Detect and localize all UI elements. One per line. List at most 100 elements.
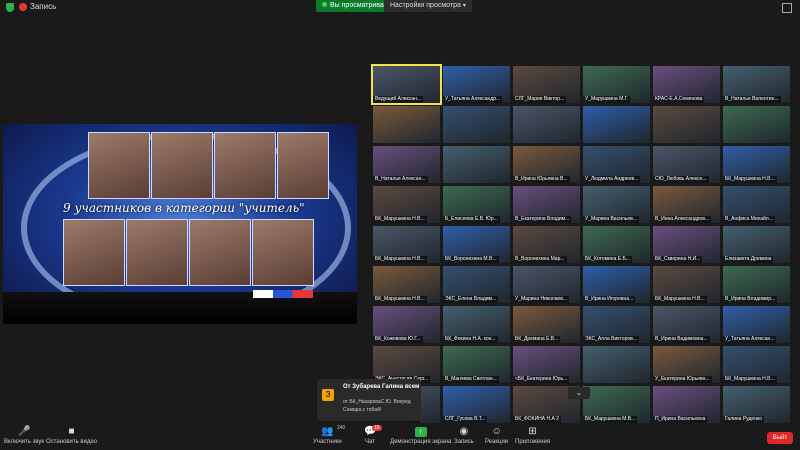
leave-button[interactable]: Выйт: [767, 432, 793, 444]
participant-tile[interactable]: [583, 346, 650, 383]
participant-tile[interactable]: [653, 106, 720, 143]
participant-name: В_Наталья Валентин...: [723, 96, 781, 103]
scroll-down-button[interactable]: ⌄: [568, 387, 590, 399]
participant-tile[interactable]: БК_Марушкина Н.В...: [373, 266, 440, 303]
participant-tile[interactable]: [443, 146, 510, 183]
participant-name: У_Татьяна Алексан...: [723, 336, 777, 343]
participant-name: БК_Марушкина Н.В...: [373, 216, 427, 223]
flag-stripe: [253, 290, 313, 298]
participant-tile[interactable]: П_Ирина Васильевна: [653, 386, 720, 423]
portrait-image: [126, 219, 188, 286]
participant-tile[interactable]: У_Татьяна Александр...: [443, 66, 510, 103]
view-options-button[interactable]: Настройки просмотра ▾: [384, 0, 472, 12]
share-screen-icon: ↑: [414, 427, 427, 437]
slide-caption: 9 участников в категории "учитель": [63, 201, 305, 215]
participant-tile[interactable]: У_Марина Николаев...: [513, 266, 580, 303]
participant-tile[interactable]: БК_Марушкина Н.В...: [373, 226, 440, 263]
participant-tile[interactable]: В_Ирина Игоревна...: [583, 266, 650, 303]
participant-tile[interactable]: Ведущий Алексан...: [371, 64, 442, 105]
chat-notification[interactable]: З От Зубарева Галина всем от БК_Назарова…: [317, 379, 421, 421]
apps-button[interactable]: ⊞ Приложения: [515, 426, 550, 446]
participant-tile[interactable]: У_Татьяна Алексан...: [723, 306, 790, 343]
reactions-label: Реакции: [485, 439, 509, 445]
participant-name: В_Ирина Вадимовна...: [653, 336, 710, 343]
portrait-image: [88, 132, 150, 199]
apps-grid-icon: ⊞: [528, 426, 537, 437]
participant-tile[interactable]: Галина Руденко: [723, 386, 790, 423]
participants-button[interactable]: 👥 240 Участники: [313, 425, 345, 445]
participant-name: СЛГ_Мария Виктор...: [513, 96, 567, 103]
participant-name: В_Инна Александров...: [653, 216, 712, 223]
participant-name: П_Ирина Васильевна: [653, 416, 708, 423]
participant-name: В_Анфиса Михайл...: [723, 216, 775, 223]
participant-tile[interactable]: СЛГ_Гусева В.Т...: [443, 386, 510, 423]
participant-tile[interactable]: БК_Марушкина Н.В...: [723, 346, 790, 383]
participant-tile[interactable]: В_Екатерина Владим...: [513, 186, 580, 223]
meeting-toolbar: 🎤 Включить звук ■ Остановить видео 👥 240 Уча…: [0, 424, 800, 450]
participant-name: БК_Марушкина Н.В...: [373, 256, 427, 263]
participants-label: Участники: [313, 439, 342, 445]
shield-icon[interactable]: [6, 3, 14, 12]
participant-name: Елизавета Дремина: [723, 256, 774, 263]
participant-tile[interactable]: БК_Фокина Н.А. кон...: [443, 306, 510, 343]
participant-tile[interactable]: БК_Дремина Е.В...: [513, 306, 580, 343]
participant-tile[interactable]: ЭКС_Алла Викторов...: [583, 306, 650, 343]
chat-button[interactable]: 💬 10 Чат: [364, 425, 382, 445]
participant-name: БК_Фокина Н.А. кон...: [443, 336, 498, 343]
participant-tile[interactable]: СЛГ_Мария Виктор...: [513, 66, 580, 103]
participant-tile[interactable]: В_Ирина Вадимовна...: [653, 306, 720, 343]
participant-tile[interactable]: У_Марушкина М.Г.: [583, 66, 650, 103]
participant-tile[interactable]: [583, 106, 650, 143]
portrait-image: [214, 132, 276, 199]
participant-tile[interactable]: [443, 106, 510, 143]
participant-tile[interactable]: БК_Марушкина М.В...: [583, 386, 650, 423]
view-options-label: Настройки просмотра: [390, 2, 461, 9]
share-screen-button[interactable]: ↑ Демонстрация экрана: [390, 427, 451, 445]
participant-tile[interactable]: БК_Марушкина Н.В...: [373, 186, 440, 223]
participant-tile[interactable]: Елизавета Дремина: [723, 226, 790, 263]
participant-tile[interactable]: В_Ирина Юрьевна В...: [513, 146, 580, 183]
stop-video-button[interactable]: ■ Остановить видео: [46, 427, 97, 446]
participant-tile[interactable]: [373, 106, 440, 143]
participant-tile[interactable]: БК_Марушкина Н.В...: [723, 146, 790, 183]
participant-name: <БК_Екатерина Юрь...: [513, 376, 570, 383]
participant-tile[interactable]: В_Наталья Валентин...: [723, 66, 790, 103]
participant-tile[interactable]: В_Воронихина Мар...: [513, 226, 580, 263]
record-label: Запись: [454, 439, 474, 445]
record-button[interactable]: ◉ Запись: [454, 427, 474, 446]
participant-name: БК_Марушкина М.В...: [583, 416, 638, 423]
portrait-image: [63, 219, 125, 286]
participant-name: БК_Дремина Е.В...: [513, 336, 561, 343]
participant-tile[interactable]: <БК_Екатерина Юрь...: [513, 346, 580, 383]
participant-tile[interactable]: СЮ_Любовь Алексе...: [653, 146, 720, 183]
participant-tile[interactable]: В_Наталья Алексан...: [373, 146, 440, 183]
participant-tile[interactable]: У_Марина Васильев...: [583, 186, 650, 223]
chat-label: Чат: [365, 439, 375, 445]
participant-tile[interactable]: ЭКС_Елена Владим...: [443, 266, 510, 303]
participant-name: У_Людмила Андреев...: [583, 176, 641, 183]
participant-name: В_Наталья Алексан...: [373, 176, 428, 183]
unmute-button[interactable]: 🎤 Включить звук: [4, 427, 44, 446]
participant-tile[interactable]: БК_Марушкина Н.В...: [653, 266, 720, 303]
participant-tile[interactable]: В_Анфиса Михайл...: [723, 186, 790, 223]
participant-tile[interactable]: У_Екатерина Юрьевн...: [653, 346, 720, 383]
participant-tile[interactable]: БК_Воронихина М.В...: [443, 226, 510, 263]
participant-tile[interactable]: У_Людмила Андреев...: [583, 146, 650, 183]
participant-tile[interactable]: В_Ирина Владимир...: [723, 266, 790, 303]
participant-name: У_Марушкина М.Г.: [583, 96, 631, 103]
participant-tile[interactable]: [723, 106, 790, 143]
participant-tile[interactable]: КРАС-Е.А.Семенова: [653, 66, 720, 103]
recording-label: Запись: [30, 2, 57, 11]
reactions-button[interactable]: ☺ Реакции: [485, 427, 509, 446]
participant-tile[interactable]: В_Инна Александров...: [653, 186, 720, 223]
participant-tile[interactable]: БК_Котомина Е.Б...: [583, 226, 650, 263]
participant-tile[interactable]: БК_Скворина Н.И...: [653, 226, 720, 263]
fullscreen-icon[interactable]: [782, 3, 792, 13]
participant-tile[interactable]: Б_Елисеева Е.В. Юр...: [443, 186, 510, 223]
participant-tile[interactable]: БК_Кожевова Ю.Г...: [373, 306, 440, 343]
participant-tile[interactable]: [513, 106, 580, 143]
participant-tile[interactable]: ЭКС_Анастасия Серг...: [373, 346, 440, 383]
participant-tile[interactable]: В_Манчева Светлан...: [443, 346, 510, 383]
participants-count: 240: [337, 425, 346, 431]
chevron-down-icon: ▾: [462, 3, 466, 9]
